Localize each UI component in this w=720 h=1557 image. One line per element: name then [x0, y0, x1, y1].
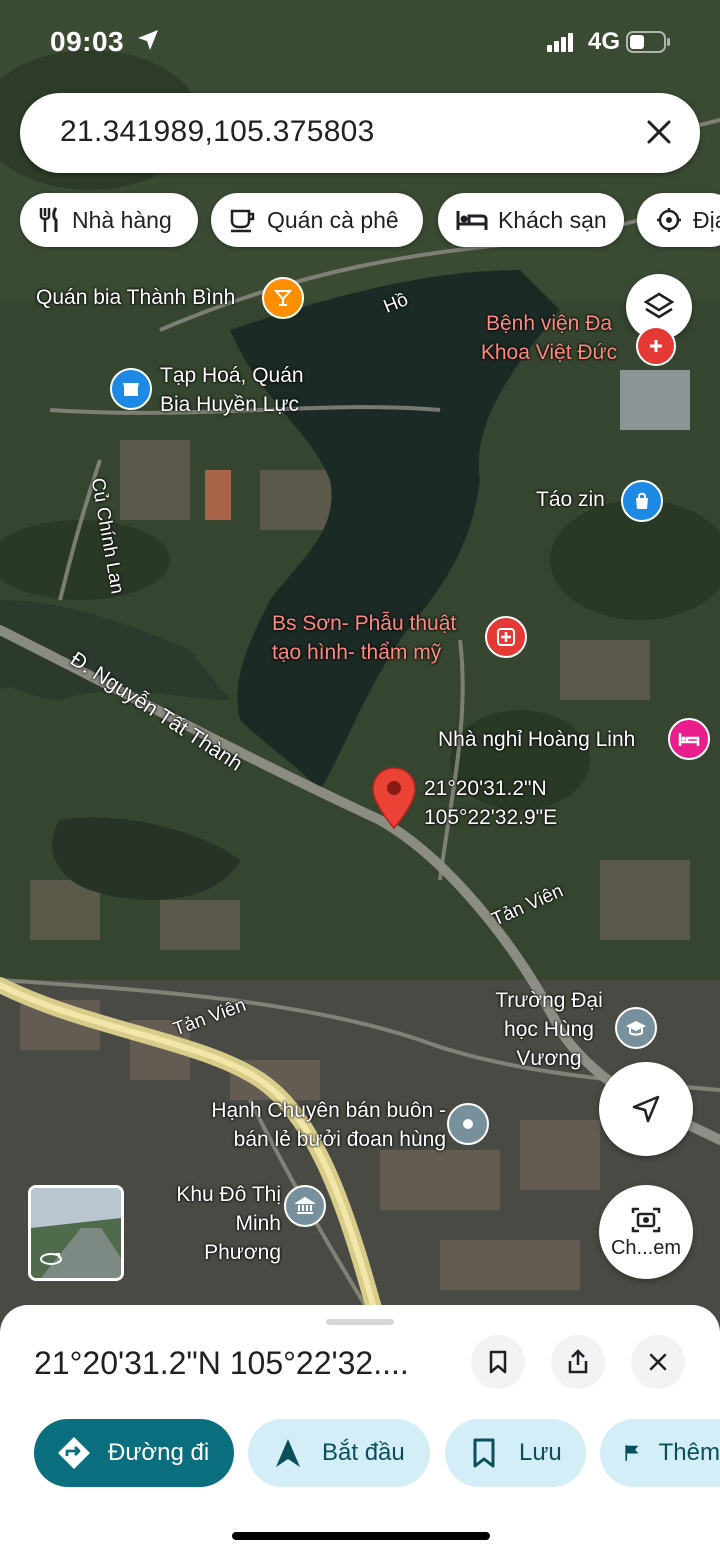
chip-label: Nhà hàng [72, 206, 172, 233]
battery-icon [626, 31, 670, 53]
camera-search-button[interactable]: Ch...em [599, 1185, 693, 1279]
bar-icon[interactable] [262, 277, 304, 319]
poi-label[interactable]: Trường Đại học Hùng Vương [484, 986, 614, 1073]
poi-label[interactable]: Quán bia Thành Bình [36, 283, 235, 312]
satellite-map[interactable]: 09:03 4G 21.341989,105.375803 Nhà hàng Q… [0, 0, 720, 1330]
chip-hotels[interactable]: Khách sạn [438, 193, 624, 247]
poi-label[interactable]: Khu Đô Thị Minh Phương [156, 1180, 281, 1267]
dropped-pin-icon[interactable] [370, 766, 418, 830]
bed-icon[interactable] [668, 718, 710, 760]
network-type: 4G [588, 28, 621, 55]
street-view-thumbnail[interactable] [28, 1185, 124, 1281]
chip-label: Quán cà phê [267, 206, 399, 233]
location-arrow-icon [138, 30, 158, 50]
chip-restaurants[interactable]: Nhà hàng [20, 193, 198, 247]
close-icon [649, 1353, 667, 1371]
hospital-icon[interactable] [636, 326, 676, 366]
layers-icon [643, 292, 675, 319]
government-icon[interactable] [284, 1185, 326, 1227]
camera-search-label: Ch...em [610, 1236, 682, 1259]
place-title: 21°20'31.2"N 105°22'32.... [34, 1345, 409, 1381]
chip-cafes[interactable]: Quán cà phê [211, 193, 423, 247]
hotel-icon [456, 208, 488, 232]
search-bar[interactable]: 21.341989,105.375803 [20, 93, 700, 173]
navigation-arrow-icon [632, 1095, 660, 1123]
poi-label[interactable]: Tạp Hoá, Quán Bia Huyền Lực [160, 361, 330, 419]
status-bar: 09:03 4G [0, 0, 720, 80]
bookmark-icon [489, 1350, 507, 1374]
flag-icon [625, 1445, 639, 1461]
save-button[interactable]: Lưu [445, 1419, 586, 1487]
poi-label[interactable]: Hạnh Chuyên bán buôn - bán lẻ bưởi đoan … [186, 1096, 446, 1154]
home-indicator[interactable] [232, 1532, 490, 1540]
share-button[interactable] [551, 1335, 605, 1389]
save-label: Lưu [519, 1439, 562, 1466]
start-label: Bắt đầu [322, 1439, 405, 1466]
start-button[interactable]: Bắt đầu [248, 1419, 430, 1487]
place-sheet[interactable]: 21°20'31.2"N 105°22'32.... Đường đi Bắt … [0, 1305, 720, 1557]
attraction-icon [655, 206, 683, 234]
place-icon[interactable] [447, 1103, 489, 1145]
poi-label[interactable]: Táo zin [536, 485, 605, 514]
directions-label: Đường đi [108, 1439, 210, 1466]
poi-label-hospital[interactable]: Bệnh viện Đa Khoa Việt Đức [474, 309, 624, 367]
clear-search-icon[interactable] [644, 117, 674, 147]
signal-icon [547, 33, 573, 52]
camera-icon [631, 1207, 661, 1232]
street-view-icon [40, 1253, 62, 1265]
directions-button[interactable]: Đường đi [34, 1419, 234, 1487]
sheet-handle[interactable] [326, 1319, 394, 1325]
status-time: 09:03 [50, 26, 125, 57]
add-label-text: Thêm [658, 1439, 720, 1466]
save-bookmark-button[interactable] [471, 1335, 525, 1389]
my-location-button[interactable] [599, 1062, 693, 1156]
directions-icon [58, 1437, 90, 1469]
shopping-bag-icon[interactable] [621, 480, 663, 522]
shop-icon[interactable] [110, 368, 152, 410]
navigation-icon [276, 1439, 300, 1467]
chip-label: Địa [693, 206, 720, 233]
share-icon [568, 1349, 588, 1374]
poi-label-clinic[interactable]: Bs Sơn- Phẫu thuật tạo hình- thẩm mỹ [272, 609, 482, 667]
bookmark-icon [473, 1438, 495, 1468]
add-label-button[interactable]: Thêm [600, 1419, 720, 1487]
restaurant-icon [38, 206, 62, 234]
dropped-pin-coordinates: 21°20'31.2"N 105°22'32.9"E [424, 774, 557, 832]
medical-icon[interactable] [485, 616, 527, 658]
poi-label[interactable]: Nhà nghỉ Hoàng Linh [438, 725, 635, 754]
school-icon[interactable] [615, 1007, 657, 1049]
close-sheet-button[interactable] [631, 1335, 685, 1389]
coffee-icon [229, 207, 257, 233]
pin-longitude: 105°22'32.9"E [424, 806, 558, 829]
chip-label: Khách sạn [498, 206, 607, 233]
chip-attractions[interactable]: Địa [637, 193, 720, 247]
pin-latitude: 21°20'31.2"N [424, 777, 547, 800]
search-query[interactable]: 21.341989,105.375803 [60, 115, 375, 149]
